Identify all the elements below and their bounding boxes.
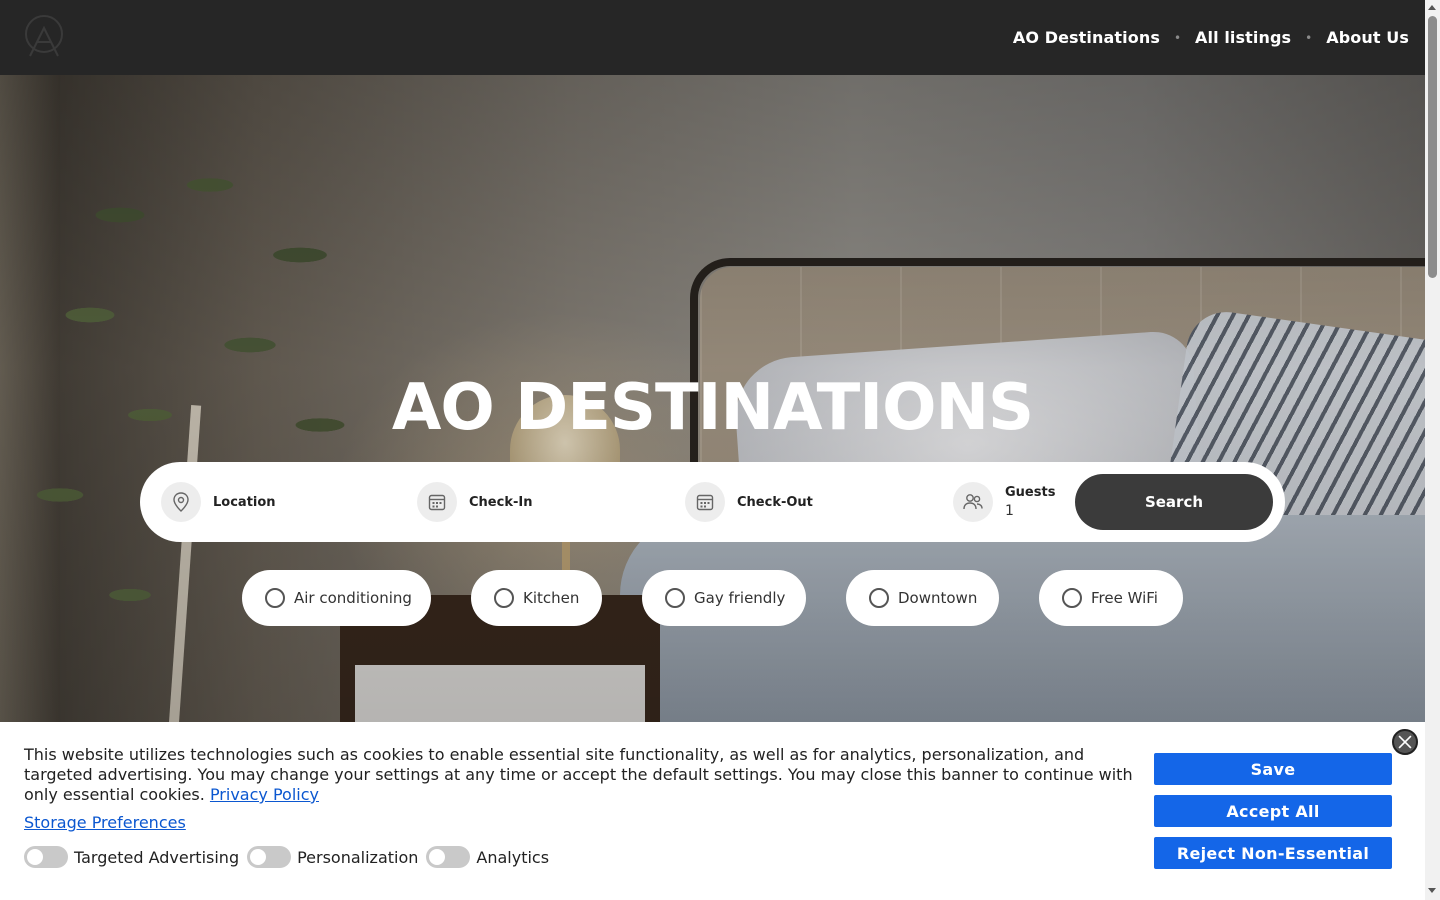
- nav-link-ao-destinations[interactable]: AO Destinations: [1013, 28, 1160, 47]
- scroll-up-arrow-icon[interactable]: [1428, 5, 1436, 10]
- location-label: Location: [213, 494, 276, 510]
- filter-chip-label: Air conditioning: [294, 589, 412, 607]
- targeted-advertising-label: Targeted Advertising: [74, 847, 240, 867]
- reject-non-essential-button[interactable]: Reject Non-Essential: [1154, 837, 1392, 869]
- personalization-toggle[interactable]: [247, 846, 292, 868]
- storage-preferences-link[interactable]: Storage Preferences: [24, 813, 186, 832]
- guests-label: Guests: [1005, 485, 1056, 500]
- targeted-advertising-toggle[interactable]: [24, 846, 68, 868]
- radio-unchecked-icon: [665, 588, 685, 608]
- calendar-icon: [685, 482, 725, 522]
- map-pin-icon: [161, 482, 201, 522]
- cookie-toggles: Targeted Advertising Personalization Ana…: [24, 846, 557, 868]
- filter-chip-gay-friendly[interactable]: Gay friendly: [642, 570, 806, 626]
- hero-section: AO DESTINATIONS Location Check-In Check-…: [0, 75, 1425, 725]
- search-button[interactable]: Search: [1075, 474, 1273, 530]
- checkin-field[interactable]: Check-In: [417, 482, 667, 522]
- cookie-consent-banner: This website utilizes technologies such …: [0, 722, 1425, 900]
- nav-separator: •: [1305, 30, 1313, 45]
- filter-chip-air-conditioning[interactable]: Air conditioning: [242, 570, 431, 626]
- accept-all-button[interactable]: Accept All: [1154, 795, 1392, 827]
- checkout-field[interactable]: Check-Out: [685, 482, 935, 522]
- filter-chip-downtown[interactable]: Downtown: [846, 570, 999, 626]
- privacy-policy-link[interactable]: Privacy Policy: [210, 785, 319, 804]
- close-icon[interactable]: [1392, 729, 1418, 755]
- users-icon: [953, 482, 993, 522]
- filter-chip-kitchen[interactable]: Kitchen: [471, 570, 602, 626]
- search-bar: Location Check-In Check-Out Guests 1 Sea…: [140, 462, 1285, 542]
- page-scrollbar[interactable]: [1425, 0, 1440, 900]
- filter-chip-label: Free WiFi: [1091, 589, 1158, 607]
- top-navbar: AO Destinations • All listings • About U…: [0, 0, 1425, 75]
- save-button[interactable]: Save: [1154, 753, 1392, 785]
- filter-chip-free-wifi[interactable]: Free WiFi: [1039, 570, 1183, 626]
- radio-unchecked-icon: [265, 588, 285, 608]
- cookie-banner-text: This website utilizes technologies such …: [24, 745, 1139, 805]
- calendar-icon: [417, 482, 457, 522]
- checkin-label: Check-In: [469, 494, 533, 510]
- nav-link-about-us[interactable]: About Us: [1326, 28, 1409, 47]
- main-nav: AO Destinations • All listings • About U…: [1013, 0, 1409, 75]
- analytics-toggle[interactable]: [426, 846, 471, 868]
- radio-unchecked-icon: [1062, 588, 1082, 608]
- guests-field[interactable]: Guests 1: [953, 482, 1068, 522]
- personalization-label: Personalization: [297, 847, 419, 867]
- filter-chip-label: Gay friendly: [694, 589, 786, 607]
- nav-separator: •: [1173, 30, 1182, 45]
- analytics-label: Analytics: [476, 847, 550, 867]
- location-field[interactable]: Location: [161, 482, 401, 522]
- nav-link-all-listings[interactable]: All listings: [1195, 28, 1291, 47]
- guests-value[interactable]: 1: [1005, 503, 1055, 519]
- checkout-label: Check-Out: [737, 494, 813, 510]
- filter-chip-label: Downtown: [898, 589, 978, 607]
- filter-chip-label: Kitchen: [523, 589, 580, 607]
- scroll-down-arrow-icon[interactable]: [1428, 888, 1436, 893]
- radio-unchecked-icon: [494, 588, 514, 608]
- ao-mountain-logo-icon[interactable]: [24, 12, 64, 60]
- hero-title: AO DESTINATIONS: [391, 371, 1034, 445]
- scrollbar-thumb[interactable]: [1428, 16, 1437, 278]
- cookie-banner-message: This website utilizes technologies such …: [24, 745, 1133, 804]
- radio-unchecked-icon: [869, 588, 889, 608]
